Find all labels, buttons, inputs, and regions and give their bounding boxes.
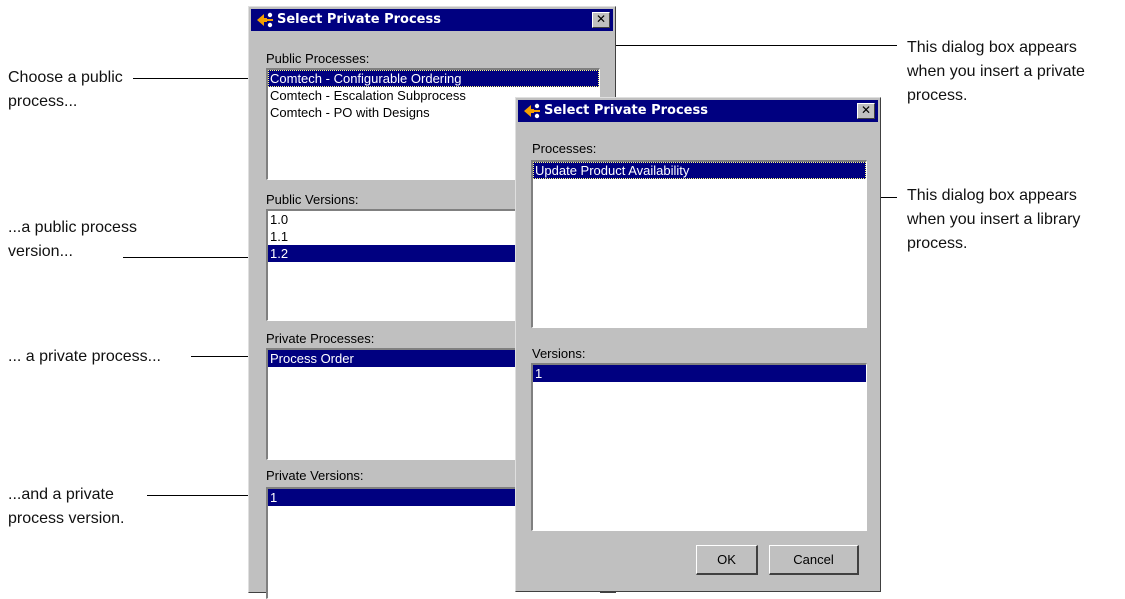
list-item-public-process[interactable]: Comtech - Configurable Ordering <box>268 70 599 87</box>
leader-line-private-dialog <box>600 45 897 46</box>
processes-label: Processes: <box>532 141 597 156</box>
close-icon: ✕ <box>595 12 607 26</box>
public-processes-label: Public Processes: <box>266 51 370 66</box>
annotation-choose-public: Choose a public process... <box>8 69 123 110</box>
close-button[interactable]: ✕ <box>592 12 610 28</box>
annotation-private-process: ... a private process... <box>8 348 161 365</box>
annotation-private-dialog: This dialog box appears when you insert … <box>907 39 1085 104</box>
processes-list[interactable]: Update Product Availability <box>531 160 867 328</box>
versions-label: Versions: <box>532 346 586 361</box>
annotation-public-version: ...a public process version... <box>8 219 137 260</box>
close-icon: ✕ <box>860 103 872 117</box>
list-item-process[interactable]: Update Product Availability <box>533 162 866 179</box>
cancel-button[interactable]: Cancel <box>769 545 859 575</box>
leader-line-public-version <box>123 257 268 258</box>
close-button[interactable]: ✕ <box>857 103 875 119</box>
dialog-title-bar[interactable]: Select Private Process ✕ <box>251 9 613 31</box>
list-item-version[interactable]: 1 <box>533 365 866 382</box>
dialog-title: Select Private Process <box>277 12 441 27</box>
dialog-title: Select Private Process <box>544 103 708 118</box>
versions-list[interactable]: 1 <box>531 363 867 531</box>
dialog-title-bar[interactable]: Select Private Process ✕ <box>518 100 878 122</box>
ok-button[interactable]: OK <box>696 545 758 575</box>
process-arrow-icon <box>257 12 273 28</box>
process-arrow-icon <box>524 103 540 119</box>
annotation-private-version: ...and a private process version. <box>8 486 125 527</box>
private-processes-label: Private Processes: <box>266 331 375 346</box>
annotation-library-dialog: This dialog box appears when you insert … <box>907 187 1081 252</box>
select-library-process-dialog: Select Private Process ✕ Processes: Upda… <box>515 97 881 592</box>
private-versions-label: Private Versions: <box>266 468 364 483</box>
public-versions-label: Public Versions: <box>266 192 359 207</box>
